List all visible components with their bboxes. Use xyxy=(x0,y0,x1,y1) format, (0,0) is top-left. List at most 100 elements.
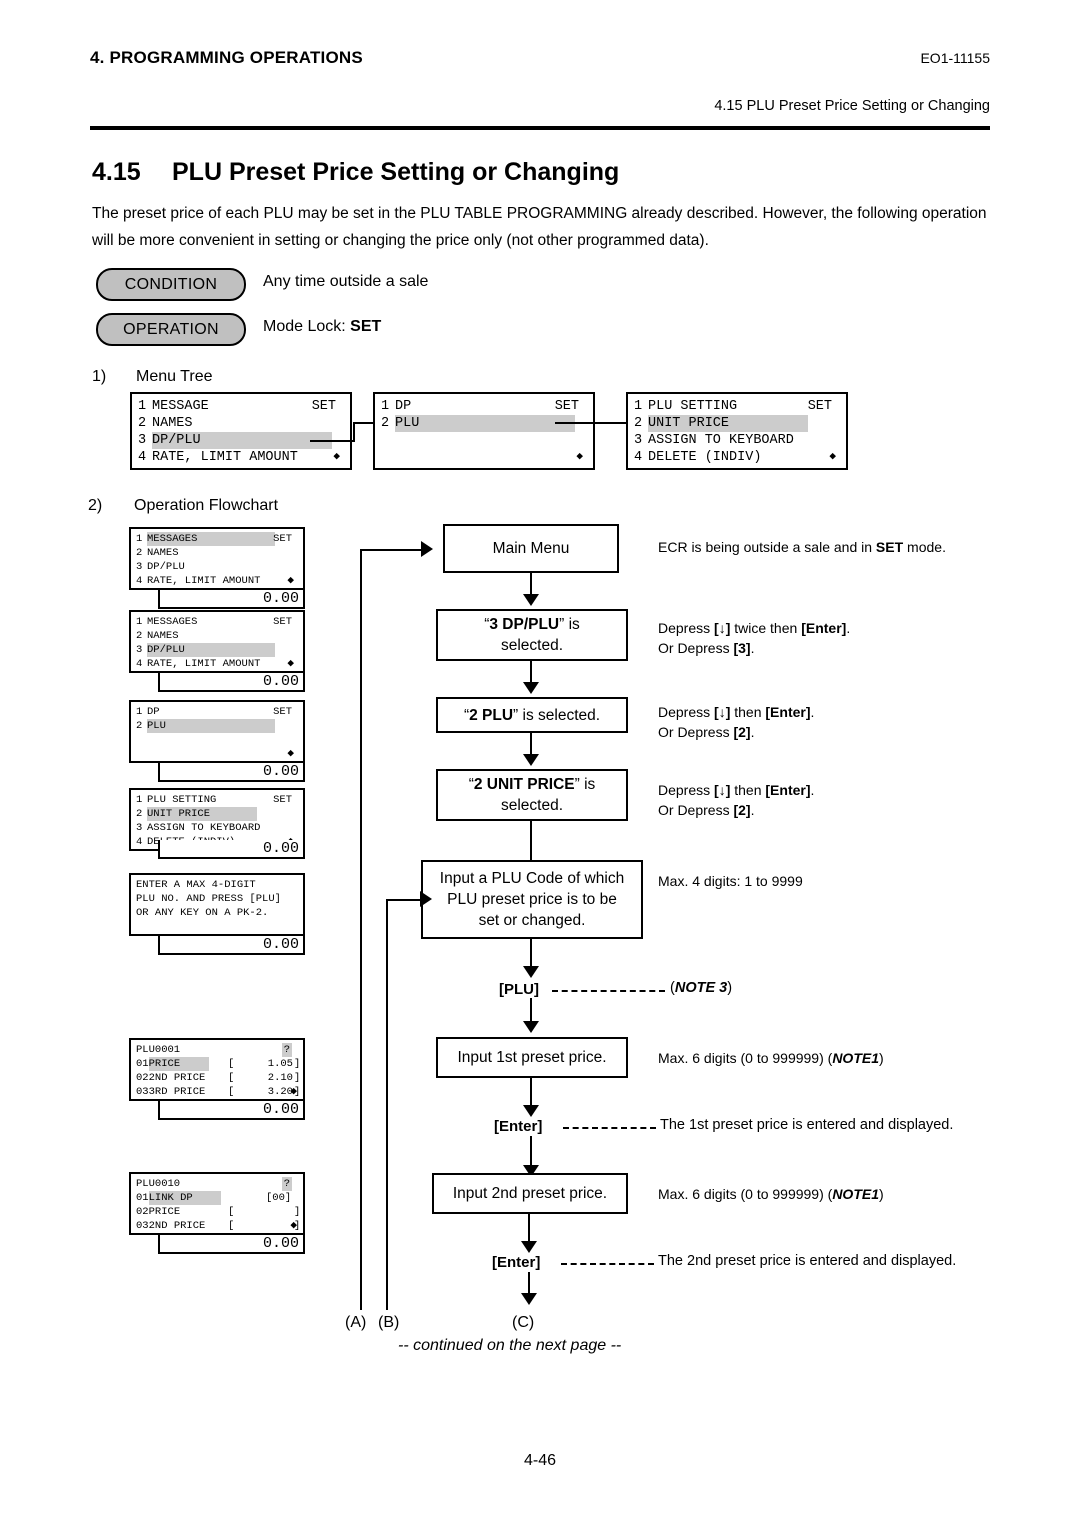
step-1-number: 1) xyxy=(92,368,107,385)
mode-indicator: SET xyxy=(311,399,336,414)
key-down-arrow: [↓] xyxy=(714,620,731,636)
key-enter: [Enter] xyxy=(765,704,811,720)
row-number: 4 xyxy=(138,450,147,465)
row-label: DP xyxy=(395,399,412,414)
flow-arrow-head-6 xyxy=(523,1021,539,1033)
lcd-row: ◆ xyxy=(381,449,587,466)
flow-lcd-dpplu-selected: 1 MESSAGES SET 2 NAMES 3 DP/PLU 4 RATE, LIMIT… xyxy=(129,610,305,673)
note-text: twice then xyxy=(730,620,802,636)
row-number: 4 xyxy=(136,575,143,587)
quote-close: ” is xyxy=(574,776,596,793)
flow-arrow-head-2 xyxy=(523,682,539,694)
step-2-number: 2) xyxy=(88,497,103,514)
prompt-line-3: OR ANY KEY ON A PK-2. xyxy=(136,907,269,919)
flow-key-plu: [PLU] xyxy=(499,981,539,998)
quote-close: ” is selected. xyxy=(513,706,601,724)
lcd-row: 3 ASSIGN TO KEYBOARD xyxy=(136,821,298,835)
lcd-row: 2 NAMES xyxy=(138,415,344,432)
flow-lcd-amount-1: 0.00 xyxy=(158,590,305,609)
note-text: . xyxy=(750,802,755,818)
note-text: Max. 6 digits (0 to 999999) ( xyxy=(658,1186,833,1202)
flow-note-enter-2: The 2nd preset price is entered and disp… xyxy=(658,1253,957,1269)
condition-text: Any time outside a sale xyxy=(263,273,429,290)
plu-code-label: PLU0010 xyxy=(136,1178,181,1190)
menu-tree-connector-1a xyxy=(310,440,355,442)
lcd-row: OR ANY KEY ON A PK-2. xyxy=(136,906,298,920)
row-number: 2 xyxy=(136,720,143,732)
row-label: LINK DP xyxy=(148,1191,221,1205)
lcd-row: ENTER A MAX 4-DIGIT xyxy=(136,878,298,892)
flow-dash-plu xyxy=(552,990,665,992)
row-value: 3.20 xyxy=(267,1086,293,1098)
note-ref: NOTE1 xyxy=(832,1050,879,1066)
key-3: [3] xyxy=(733,640,751,656)
connector-label-b: (B) xyxy=(378,1314,400,1331)
lcd-row-selected: 2 UNIT PRICE xyxy=(136,807,298,821)
menu-tree-lcd-1: 1 MESSAGE SET 2 NAMES 3 DP/PLU 4 RATE, LIMIT … xyxy=(130,392,352,470)
flow-arrow-line-3 xyxy=(530,733,532,755)
row-label: RATE, LIMIT AMOUNT xyxy=(152,450,298,465)
page-title: PLU Preset Price Setting or Changing xyxy=(172,158,620,186)
mode-indicator: SET xyxy=(273,533,292,545)
mode-indicator: SET xyxy=(273,706,292,718)
note-text: Or Depress xyxy=(658,724,734,740)
return-connector-a-arrow xyxy=(421,541,433,557)
lcd-row-selected: 1 MESSAGES SET xyxy=(136,532,298,546)
flow-box-main-menu: Main Menu xyxy=(443,524,619,573)
lcd-row: 2 NAMES xyxy=(136,629,298,643)
row-label: MESSAGE xyxy=(152,399,209,414)
row-number: 01 xyxy=(136,1192,149,1204)
note-ref: NOTE1 xyxy=(832,1186,879,1202)
paren-close: ) xyxy=(879,1050,884,1066)
row-label: PRICE xyxy=(148,1206,181,1218)
row-label: NAMES xyxy=(147,547,179,559)
flow-note-plu-2: Or Depress [2]. xyxy=(658,722,754,742)
lcd-row: 3 DP/PLU xyxy=(136,560,298,574)
return-connector-a-vertical xyxy=(360,550,362,1310)
flow-lcd-messages-selected: 1 MESSAGES SET 2 NAMES 3 DP/PLU 4 RATE, LIMIT… xyxy=(129,527,305,590)
key-enter: [Enter] xyxy=(765,782,811,798)
flow-box-code-line1: Input a PLU Code of which xyxy=(439,870,625,887)
lcd-row: 4 RATE, LIMIT AMOUNT ◆ xyxy=(136,574,298,588)
flow-key-enter-2: [Enter] xyxy=(492,1254,541,1271)
flow-arrow-line-1 xyxy=(530,573,532,595)
row-bracket-open: [ xyxy=(228,1058,235,1070)
row-number: 03 xyxy=(136,1086,149,1098)
flow-note-2nd-price: Max. 6 digits (0 to 999999) (NOTE1) xyxy=(658,1184,884,1204)
row-number: 4 xyxy=(136,836,143,848)
row-number: 1 xyxy=(381,399,390,414)
scroll-arrows-icon: ◆ xyxy=(290,1219,297,1232)
note-text: ECR is being outside a sale and in xyxy=(658,539,876,555)
step-1-title: Menu Tree xyxy=(136,368,213,385)
row-label: PLU SETTING xyxy=(648,399,738,414)
menu-tree-connector-2 xyxy=(555,422,628,424)
flow-arrow-line-4 xyxy=(530,821,532,861)
row-number: 2 xyxy=(136,630,143,642)
quote-close: ” is xyxy=(559,616,580,633)
flow-box-unit-price: “2 UNIT PRICE” is selected. xyxy=(436,769,628,821)
note-ref: NOTE 3 xyxy=(674,980,728,996)
row-number: 2 xyxy=(138,416,147,431)
header-running-head: 4.15 PLU Preset Price Setting or Changin… xyxy=(714,98,990,114)
flow-note-unit-2: Or Depress [2]. xyxy=(658,800,754,820)
key-enter: [Enter] xyxy=(801,620,847,636)
flow-note-dpplu-1: Depress [↓] twice then [Enter]. xyxy=(658,618,850,638)
row-bracket-close: ] xyxy=(294,1058,301,1070)
flow-arrow-head-9 xyxy=(521,1241,537,1253)
row-bracket-open: [ xyxy=(228,1220,235,1232)
flow-box-plu: “2 PLU” is selected. xyxy=(436,697,628,733)
page-number: 4-46 xyxy=(523,1452,557,1469)
lcd-row: 02 2ND PRICE [2.10] xyxy=(136,1071,300,1085)
scroll-arrows-icon: ◆ xyxy=(287,574,294,587)
flow-arrow-head-10 xyxy=(521,1293,537,1305)
lcd-row: ◆ xyxy=(136,747,298,761)
flow-box-code-line3: set or changed. xyxy=(478,912,586,929)
scroll-arrows-icon: ◆ xyxy=(290,1085,297,1098)
lcd-row: PLU NO. AND PRESS [PLU] xyxy=(136,892,298,906)
row-number: 1 xyxy=(136,533,143,545)
lcd-row: 4 DELETE (INDIV) ◆ xyxy=(634,449,840,466)
row-number: 2 xyxy=(136,808,143,820)
lcd-row-selected: 01 PRICE [1.05] xyxy=(136,1057,301,1071)
row-number: 3 xyxy=(138,433,147,448)
header-chapter: 4. PROGRAMMING OPERATIONS xyxy=(90,48,363,67)
